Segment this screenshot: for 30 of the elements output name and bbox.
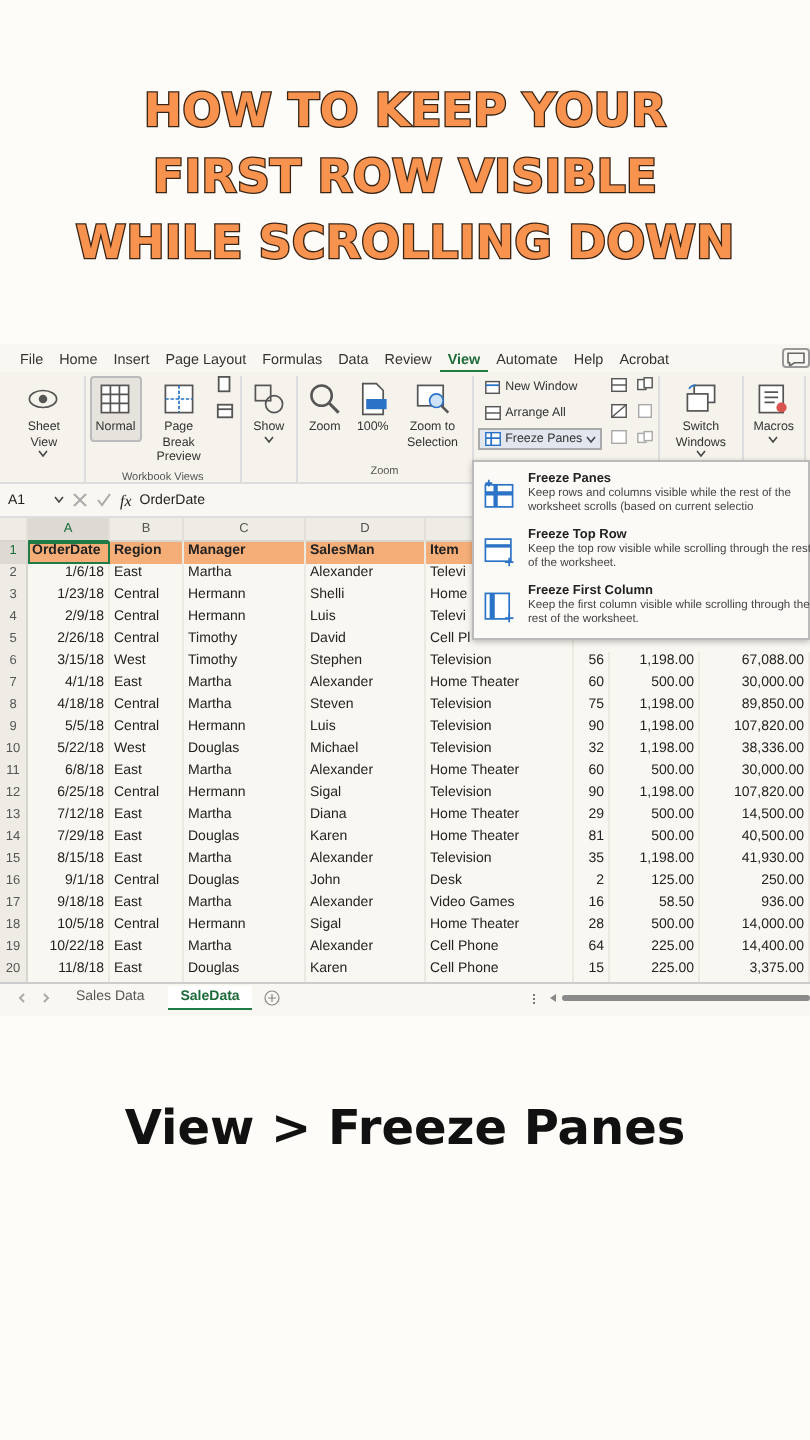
new-window-icon	[483, 378, 502, 396]
grid-icon	[98, 382, 133, 416]
next-sheet-icon	[40, 992, 52, 1004]
switch-windows-icon	[683, 382, 718, 416]
macros-icon	[756, 382, 791, 416]
comment-icon	[782, 348, 810, 368]
previous-sheet-icon	[16, 992, 28, 1004]
function-label[interactable]: fx	[120, 491, 132, 509]
freeze-panes-icon	[482, 478, 516, 512]
page-icon[interactable]	[216, 376, 235, 394]
freeze-first-column-icon	[482, 590, 516, 624]
caret-icon	[54, 496, 64, 504]
hide-icon[interactable]	[609, 402, 628, 420]
freeze-top-row-icon	[482, 534, 516, 568]
page-break-icon	[161, 382, 196, 416]
cancel-icon	[72, 492, 88, 508]
title-text: WHILE SCROLLING DOWN	[75, 216, 735, 274]
title-text: HOW TO KEEP YOUR	[143, 84, 667, 142]
side-by-side-icon[interactable]	[635, 376, 654, 394]
zoom-icon	[307, 382, 342, 416]
caption-text: View > Freeze Panes	[122, 1100, 688, 1156]
arrange-icon	[483, 404, 502, 422]
zoom-selection-icon	[415, 382, 450, 416]
split-icon[interactable]	[609, 376, 628, 394]
page-layout-icon[interactable]	[216, 402, 235, 420]
add-sheet-icon[interactable]	[263, 990, 280, 1006]
check-icon	[96, 492, 112, 508]
freeze-icon	[483, 430, 502, 448]
title-text: FIRST ROW VISIBLE	[152, 150, 658, 208]
shapes-icon	[251, 382, 286, 416]
